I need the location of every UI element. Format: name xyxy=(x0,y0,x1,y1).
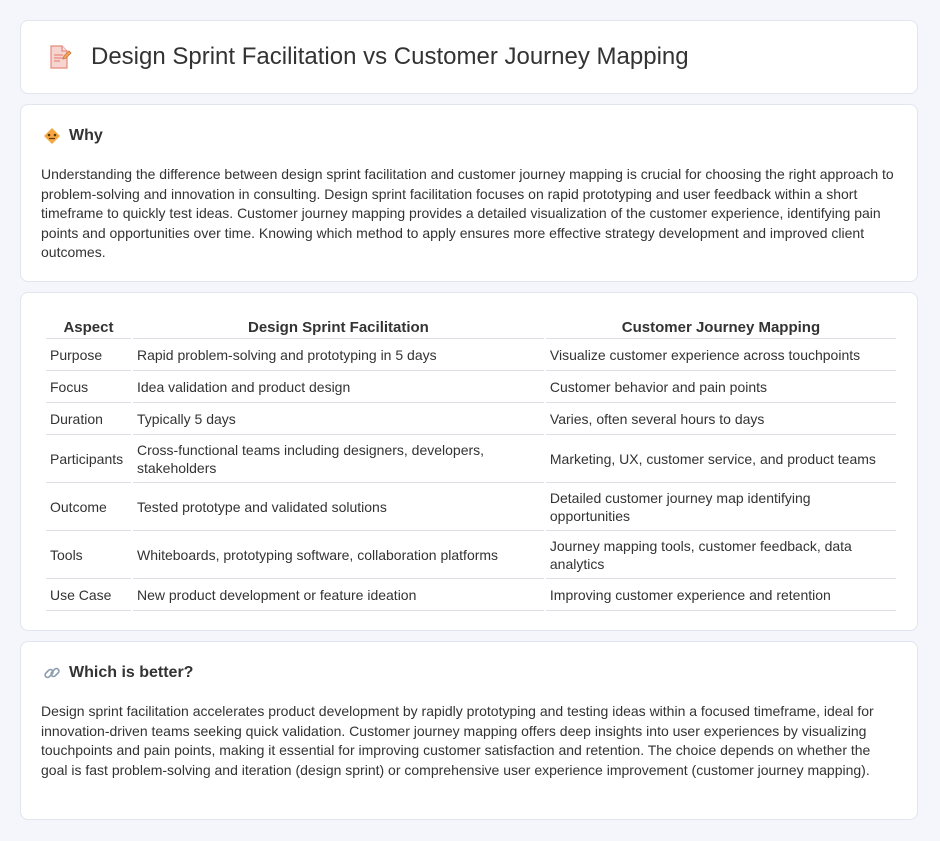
cell-design-sprint: New product development or feature ideat… xyxy=(132,581,544,611)
table-row: Tools Whiteboards, prototyping software,… xyxy=(46,533,896,579)
cell-design-sprint: Cross-functional teams including designe… xyxy=(132,437,544,483)
cell-journey-mapping: Marketing, UX, customer service, and pro… xyxy=(545,437,896,483)
which-is-better-section: Which is better? Design sprint facilitat… xyxy=(20,641,918,820)
cell-aspect: Participants xyxy=(46,437,131,483)
cell-design-sprint: Tested prototype and validated solutions xyxy=(132,485,544,531)
cell-journey-mapping: Improving customer experience and retent… xyxy=(545,581,896,611)
header-design-sprint: Design Sprint Facilitation xyxy=(132,315,544,339)
cell-design-sprint: Idea validation and product design xyxy=(132,373,544,403)
cell-journey-mapping: Varies, often several hours to days xyxy=(545,405,896,435)
table-row: Use Case New product development or feat… xyxy=(46,581,896,611)
page-title: Design Sprint Facilitation vs Customer J… xyxy=(91,43,689,70)
header-aspect: Aspect xyxy=(46,315,131,339)
diamond-warning-icon xyxy=(44,128,60,144)
cell-aspect: Duration xyxy=(46,405,131,435)
why-section: Why Understanding the difference between… xyxy=(20,104,918,282)
table-header-row: Aspect Design Sprint Facilitation Custom… xyxy=(46,315,896,339)
cell-journey-mapping: Detailed customer journey map identifyin… xyxy=(545,485,896,531)
why-paragraph: Understanding the difference between des… xyxy=(41,166,894,260)
cell-journey-mapping: Customer behavior and pain points xyxy=(545,373,896,403)
title-card: Design Sprint Facilitation vs Customer J… xyxy=(20,20,918,94)
cell-journey-mapping: Visualize customer experience across tou… xyxy=(545,341,896,371)
document-edit-icon xyxy=(50,45,72,69)
cell-design-sprint: Whiteboards, prototyping software, colla… xyxy=(132,533,544,579)
link-icon xyxy=(44,667,60,679)
table-row: Participants Cross-functional teams incl… xyxy=(46,437,896,483)
cell-design-sprint: Rapid problem-solving and prototyping in… xyxy=(132,341,544,371)
cell-aspect: Use Case xyxy=(46,581,131,611)
cell-aspect: Purpose xyxy=(46,341,131,371)
table-row: Focus Idea validation and product design… xyxy=(46,373,896,403)
better-paragraph: Design sprint facilitation accelerates p… xyxy=(41,703,874,778)
comparison-table: Aspect Design Sprint Facilitation Custom… xyxy=(44,313,898,613)
table-row: Duration Typically 5 days Varies, often … xyxy=(46,405,896,435)
table-row: Purpose Rapid problem-solving and protot… xyxy=(46,341,896,371)
better-heading: Which is better? xyxy=(69,664,194,681)
cell-journey-mapping: Journey mapping tools, customer feedback… xyxy=(545,533,896,579)
cell-aspect: Focus xyxy=(46,373,131,403)
why-heading: Why xyxy=(69,127,103,144)
cell-aspect: Outcome xyxy=(46,485,131,531)
cell-design-sprint: Typically 5 days xyxy=(132,405,544,435)
cell-aspect: Tools xyxy=(46,533,131,579)
table-row: Outcome Tested prototype and validated s… xyxy=(46,485,896,531)
comparison-card: Aspect Design Sprint Facilitation Custom… xyxy=(20,292,918,631)
header-journey-mapping: Customer Journey Mapping xyxy=(545,315,896,339)
